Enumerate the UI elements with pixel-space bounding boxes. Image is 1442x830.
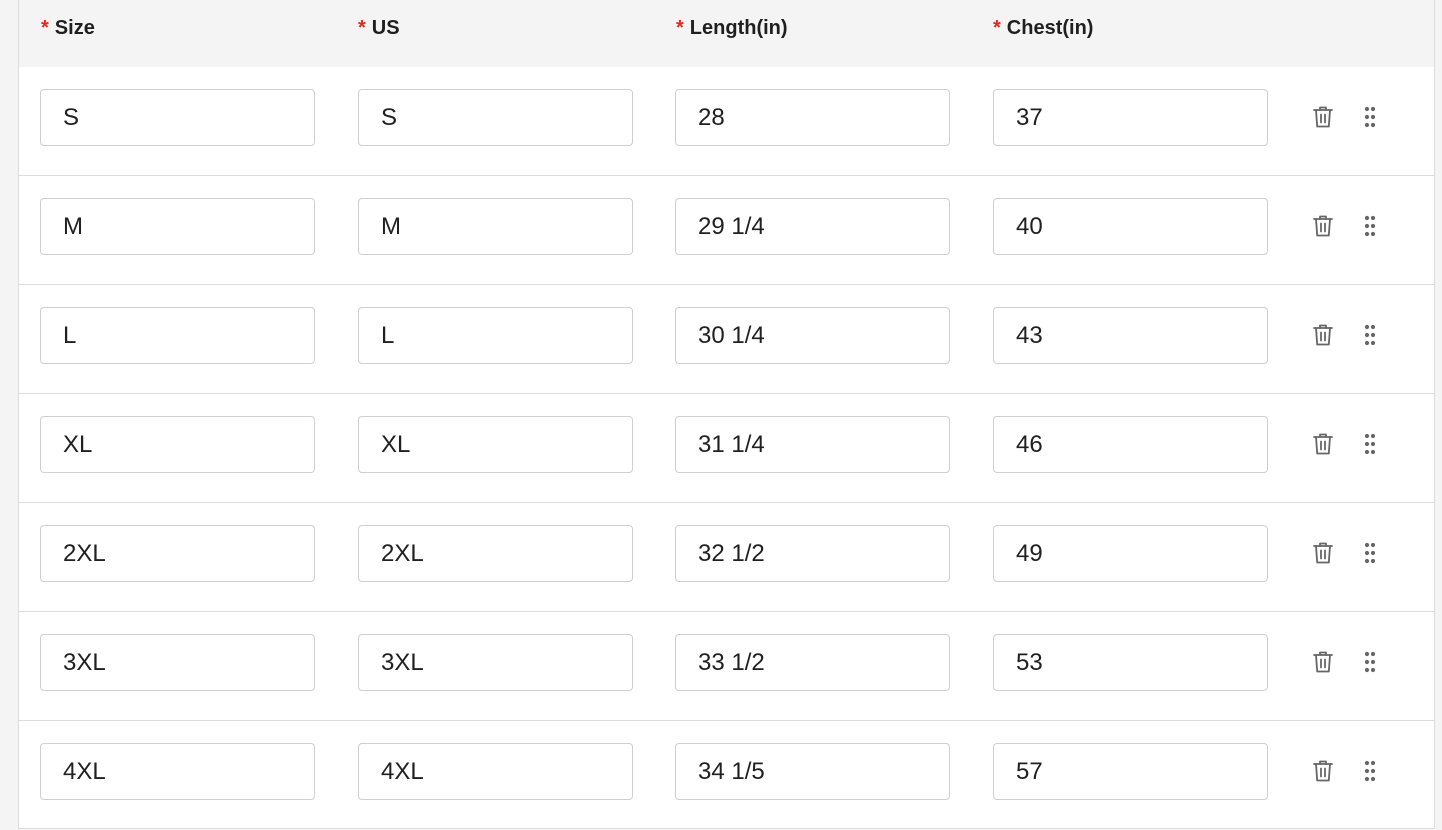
us-size-input[interactable] — [358, 307, 633, 364]
required-mark: * — [358, 17, 366, 39]
size-input[interactable] — [40, 743, 315, 800]
trash-icon — [1313, 106, 1333, 128]
us-size-input[interactable] — [358, 525, 633, 582]
trash-icon — [1313, 324, 1333, 346]
trash-icon — [1313, 651, 1333, 673]
drag-handle-icon — [1364, 433, 1376, 455]
table-row — [19, 503, 1434, 612]
drag-handle-button[interactable] — [1356, 430, 1384, 458]
required-mark: * — [993, 17, 1001, 39]
table-row — [19, 394, 1434, 503]
size-input[interactable] — [40, 89, 315, 146]
drag-handle-button[interactable] — [1356, 757, 1384, 785]
chest-input[interactable] — [993, 416, 1268, 473]
chest-input[interactable] — [993, 525, 1268, 582]
column-header-chest: * Chest(in) — [993, 17, 1093, 40]
column-header-length: * Length(in) — [676, 17, 788, 40]
column-header-label: US — [371, 17, 400, 39]
trash-icon — [1313, 760, 1333, 782]
chest-input[interactable] — [993, 307, 1268, 364]
size-input[interactable] — [40, 525, 315, 582]
drag-handle-icon — [1364, 760, 1376, 782]
size-input[interactable] — [40, 416, 315, 473]
column-header-us: * US — [358, 17, 400, 40]
length-input[interactable] — [675, 198, 950, 255]
length-input[interactable] — [675, 307, 950, 364]
drag-handle-button[interactable] — [1356, 321, 1384, 349]
drag-handle-icon — [1364, 542, 1376, 564]
drag-handle-icon — [1364, 215, 1376, 237]
drag-handle-button[interactable] — [1356, 212, 1384, 240]
required-mark: * — [41, 17, 49, 39]
table-row — [19, 285, 1434, 394]
size-input[interactable] — [40, 198, 315, 255]
us-size-input[interactable] — [358, 743, 633, 800]
drag-handle-icon — [1364, 324, 1376, 346]
length-input[interactable] — [675, 89, 950, 146]
column-header-label: Length(in) — [689, 17, 788, 39]
drag-handle-button[interactable] — [1356, 103, 1384, 131]
size-input[interactable] — [40, 634, 315, 691]
chest-input[interactable] — [993, 743, 1268, 800]
table-header: * Size * US * Length(in) * Chest(in) — [19, 0, 1434, 67]
column-header-size: * Size — [41, 17, 95, 40]
us-size-input[interactable] — [358, 89, 633, 146]
delete-row-button[interactable] — [1309, 430, 1337, 458]
delete-row-button[interactable] — [1309, 212, 1337, 240]
length-input[interactable] — [675, 525, 950, 582]
trash-icon — [1313, 542, 1333, 564]
delete-row-button[interactable] — [1309, 321, 1337, 349]
trash-icon — [1313, 433, 1333, 455]
delete-row-button[interactable] — [1309, 757, 1337, 785]
delete-row-button[interactable] — [1309, 648, 1337, 676]
length-input[interactable] — [675, 634, 950, 691]
us-size-input[interactable] — [358, 634, 633, 691]
column-header-label: Size — [54, 17, 95, 39]
size-input[interactable] — [40, 307, 315, 364]
chest-input[interactable] — [993, 89, 1268, 146]
table-row — [19, 176, 1434, 285]
length-input[interactable] — [675, 416, 950, 473]
table-row — [19, 721, 1434, 830]
delete-row-button[interactable] — [1309, 103, 1337, 131]
chest-input[interactable] — [993, 198, 1268, 255]
column-header-label: Chest(in) — [1006, 17, 1094, 39]
table-row — [19, 612, 1434, 721]
table-row — [19, 67, 1434, 176]
required-mark: * — [676, 17, 684, 39]
chest-input[interactable] — [993, 634, 1268, 691]
drag-handle-button[interactable] — [1356, 539, 1384, 567]
drag-handle-button[interactable] — [1356, 648, 1384, 676]
drag-handle-icon — [1364, 106, 1376, 128]
us-size-input[interactable] — [358, 198, 633, 255]
trash-icon — [1313, 215, 1333, 237]
delete-row-button[interactable] — [1309, 539, 1337, 567]
length-input[interactable] — [675, 743, 950, 800]
size-chart-table: * Size * US * Length(in) * Chest(in) — [18, 0, 1435, 829]
drag-handle-icon — [1364, 651, 1376, 673]
us-size-input[interactable] — [358, 416, 633, 473]
